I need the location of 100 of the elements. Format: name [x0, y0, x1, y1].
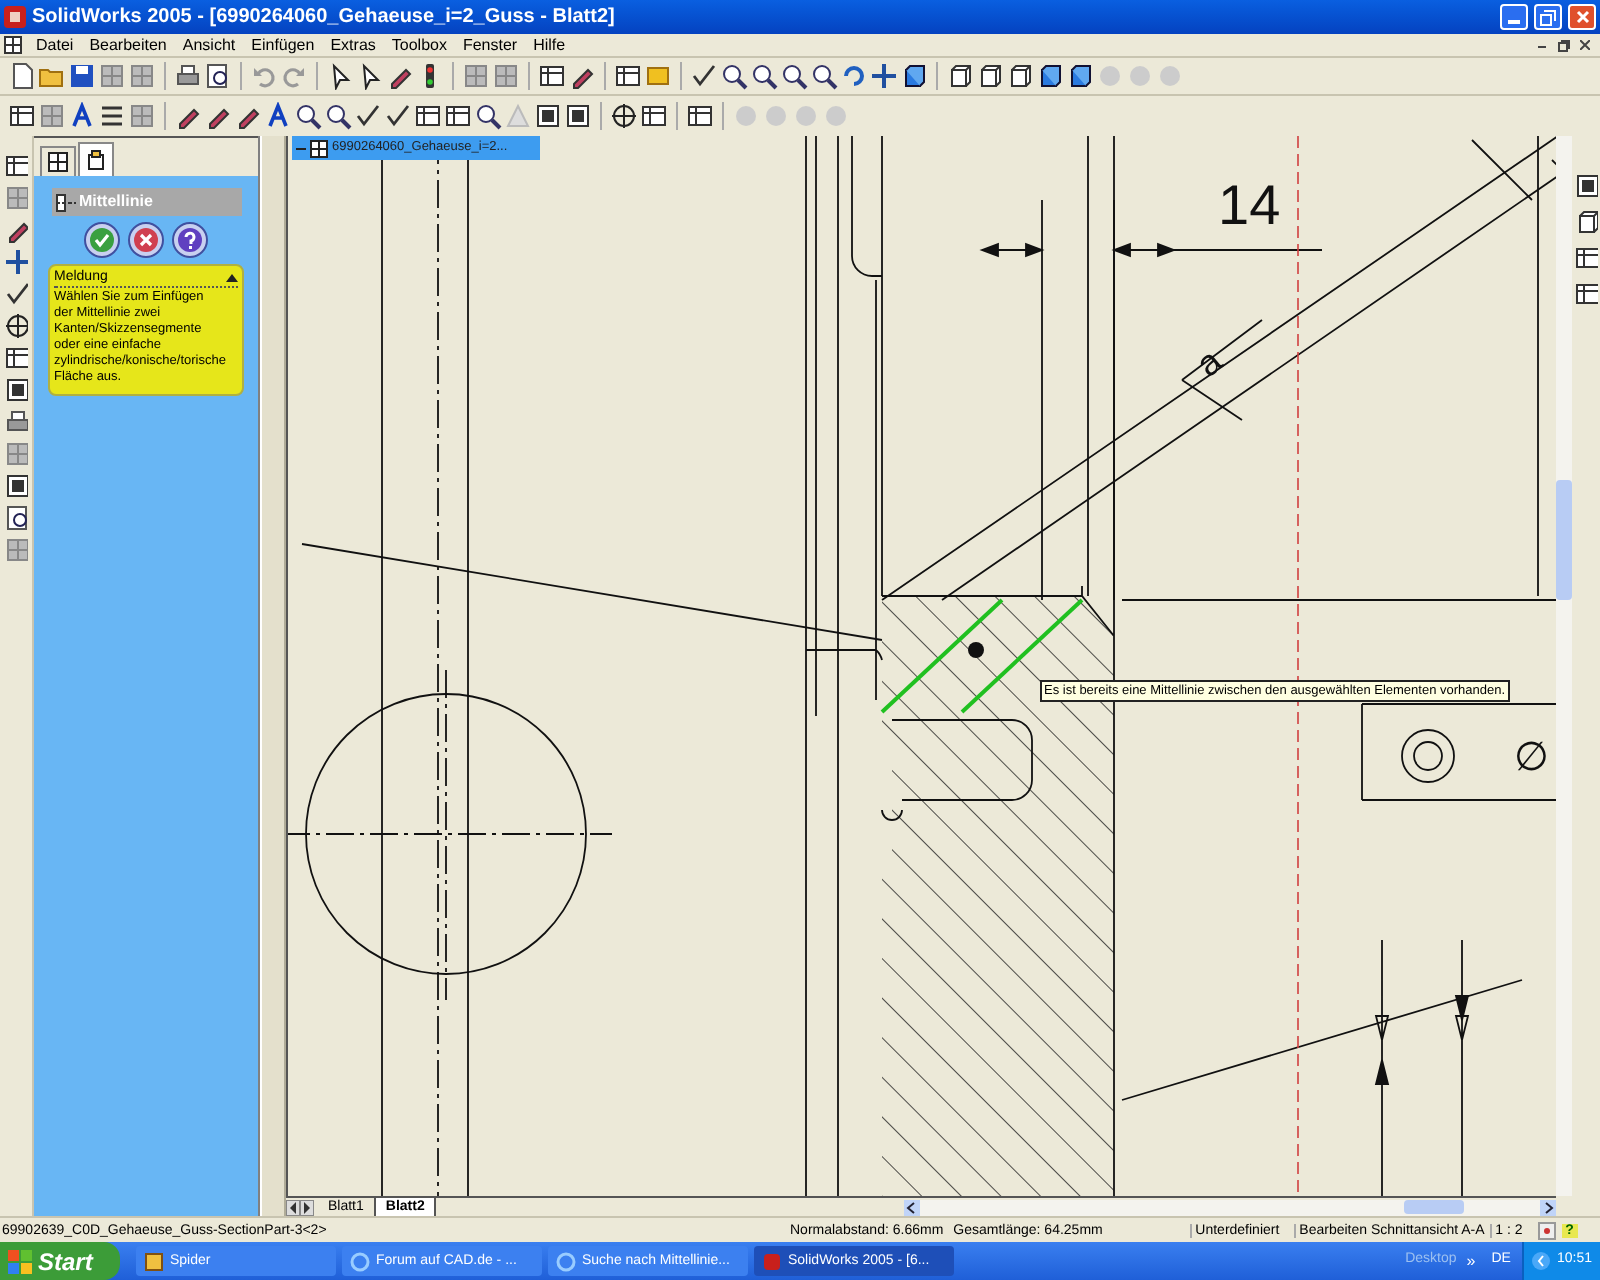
tool-icon[interactable] [1574, 244, 1598, 272]
pan-icon[interactable] [870, 62, 898, 90]
table-icon[interactable] [8, 102, 36, 130]
zoom-icon[interactable] [324, 102, 352, 130]
tool-icon[interactable] [1574, 280, 1598, 308]
menu-item[interactable]: Toolbox [391, 37, 447, 53]
grid-icon[interactable] [128, 62, 156, 90]
zoom-icon[interactable] [474, 102, 502, 130]
collapse-caret-icon[interactable] [226, 273, 238, 281]
menu-item[interactable]: Hilfe [533, 37, 566, 53]
tool-icon[interactable] [4, 312, 28, 340]
tool-icon[interactable] [4, 344, 28, 372]
horizontal-scrollbar[interactable] [904, 1199, 1556, 1215]
rebuild-icon[interactable] [1537, 1221, 1556, 1239]
menu-item[interactable]: Fenster [462, 37, 518, 53]
menu-item[interactable]: Einfügen [251, 37, 315, 53]
drawing-sheet-icon [310, 139, 328, 157]
new-file-icon[interactable] [8, 62, 36, 90]
close-icon [1575, 10, 1589, 24]
cube-icon[interactable] [1036, 62, 1064, 90]
tool-icon[interactable] [4, 248, 28, 276]
rotate-icon[interactable] [840, 62, 868, 90]
scroll-left-icon[interactable] [286, 1199, 300, 1215]
tool-icon[interactable] [1574, 208, 1598, 236]
letter-icon[interactable] [264, 102, 292, 130]
cancel-button[interactable] [128, 222, 164, 258]
close-icon[interactable] [1580, 39, 1590, 49]
selected-edge [960, 598, 1084, 714]
scroll-thumb[interactable] [1404, 1200, 1465, 1214]
scroll-thumb[interactable] [1556, 480, 1572, 600]
panel-tab[interactable] [78, 142, 114, 176]
vertical-scrollbar[interactable] [1556, 136, 1572, 1196]
app-icon [762, 1251, 782, 1271]
lines-icon[interactable] [98, 102, 126, 130]
scroll-left-icon[interactable] [904, 1199, 921, 1215]
table-icon[interactable] [538, 62, 566, 90]
zoom-icon[interactable] [780, 62, 808, 90]
close-button[interactable] [1568, 4, 1596, 30]
start-button[interactable]: Start [0, 1242, 120, 1280]
table-icon[interactable] [444, 102, 472, 130]
square-icon[interactable] [534, 102, 562, 130]
letter-icon[interactable] [68, 102, 96, 130]
minimize-icon [1508, 20, 1520, 24]
square-icon[interactable] [564, 102, 592, 130]
menu-item[interactable]: Extras [330, 37, 376, 53]
cube-icon[interactable] [1066, 62, 1094, 90]
table-icon[interactable] [614, 62, 642, 90]
grid-icon[interactable] [462, 62, 490, 90]
ok-button[interactable] [84, 222, 120, 258]
app-icon [144, 1251, 164, 1271]
tool-icon[interactable] [4, 504, 28, 532]
check-icon[interactable] [690, 62, 718, 90]
zoom-icon[interactable] [294, 102, 322, 130]
cube-icon[interactable] [900, 62, 928, 90]
menu-item[interactable]: Ansicht [182, 37, 236, 53]
selection-point [968, 642, 984, 658]
checkmark-icon [90, 228, 114, 252]
dimension-text: 14 [1218, 174, 1281, 236]
scroll-right-icon[interactable] [300, 1199, 314, 1215]
table-icon[interactable] [640, 102, 668, 130]
document-icon[interactable] [4, 36, 22, 54]
tool-icon[interactable] [1574, 172, 1598, 200]
cube-icon[interactable] [946, 62, 974, 90]
target-icon[interactable] [610, 102, 638, 130]
print-icon[interactable] [174, 62, 202, 90]
question-mark-icon [178, 228, 202, 252]
expand-toolbar-button[interactable]: » [1466, 1249, 1476, 1273]
zoom-icon[interactable] [750, 62, 778, 90]
tool-icon[interactable] [4, 408, 28, 436]
tool-icon[interactable] [4, 280, 28, 308]
menu-item[interactable]: Datei [36, 37, 74, 53]
zoom-icon[interactable] [720, 62, 748, 90]
windows-logo-icon [8, 1249, 32, 1273]
property-sheet-icon [86, 150, 106, 170]
panel-tab[interactable] [40, 146, 76, 176]
scroll-right-icon[interactable] [1540, 1199, 1556, 1215]
cube-icon[interactable] [976, 62, 1004, 90]
app-icon [556, 1251, 576, 1271]
cube-icon[interactable] [1006, 62, 1034, 90]
tool-icon[interactable] [4, 376, 28, 404]
chevron-icon[interactable] [1532, 1252, 1551, 1270]
print-preview-icon[interactable] [204, 62, 232, 90]
table-icon[interactable] [414, 102, 442, 130]
centerline-icon [55, 193, 75, 211]
grid-icon[interactable] [492, 62, 520, 90]
check-icon[interactable] [384, 102, 412, 130]
tool-icon[interactable] [4, 472, 28, 500]
restore-icon[interactable] [1558, 39, 1570, 51]
tool-icon[interactable] [4, 152, 28, 180]
save-icon[interactable] [68, 62, 96, 90]
diameter-symbol: ∅ [1514, 732, 1549, 780]
minimize-button[interactable] [1500, 4, 1528, 30]
window-title: SolidWorks 2005 - [6990264060_Gehaeuse_i=2_Guss - Blatt2] [32, 7, 615, 27]
menu-item[interactable]: Bearbeiten [89, 37, 167, 53]
check-icon[interactable] [354, 102, 382, 130]
grid-icon[interactable] [98, 62, 126, 90]
table-icon[interactable] [686, 102, 714, 130]
restore-button[interactable] [1534, 4, 1562, 30]
help-button[interactable] [172, 222, 208, 258]
zoom-icon[interactable] [810, 62, 838, 90]
